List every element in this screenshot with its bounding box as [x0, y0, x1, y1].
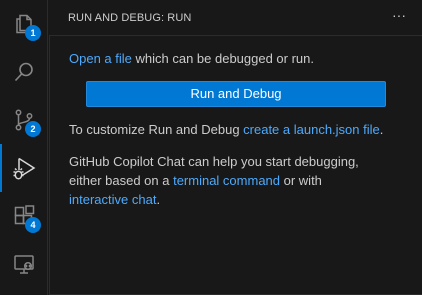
- explorer-badge: 1: [25, 25, 41, 41]
- copilot-line-3-suffix: .: [156, 192, 161, 207]
- copilot-line-2-prefix: either based on a: [69, 173, 174, 188]
- source-control-badge: 2: [25, 121, 41, 137]
- activity-explorer[interactable]: 1: [0, 0, 48, 48]
- copilot-line-1: GitHub Copilot Chat can help you start d…: [69, 154, 359, 169]
- customize-text: To customize Run and Debug create a laun…: [69, 120, 383, 139]
- terminal-command-link[interactable]: terminal command: [173, 173, 280, 188]
- run-welcome-view: Open a file which can be debugged or run…: [49, 35, 422, 295]
- copilot-line-2: either based on a terminal command or wi…: [69, 171, 359, 190]
- activity-extensions[interactable]: 4: [0, 192, 48, 240]
- activity-remote-explorer[interactable]: [0, 240, 48, 288]
- create-launch-json-link[interactable]: create a launch.json file: [243, 122, 380, 137]
- open-file-link[interactable]: Open a file: [69, 51, 132, 66]
- sidebar-title: RUN AND DEBUG: RUN: [68, 11, 192, 24]
- copilot-text: GitHub Copilot Chat can help you start d…: [69, 152, 359, 209]
- search-icon: [14, 62, 33, 82]
- activity-run-and-debug[interactable]: [0, 144, 48, 192]
- interactive-chat-link[interactable]: interactive chat: [69, 192, 156, 207]
- activity-bar: 1 2 4: [0, 0, 48, 295]
- copilot-line-3: interactive chat.: [69, 190, 359, 209]
- activity-source-control[interactable]: 2: [0, 96, 48, 144]
- run-and-debug-button[interactable]: Run and Debug: [86, 81, 386, 107]
- more-actions-icon[interactable]: ···: [390, 8, 408, 25]
- open-file-rest: which can be debugged or run.: [131, 51, 315, 66]
- extensions-badge: 4: [25, 217, 41, 233]
- sidebar-header: RUN AND DEBUG: RUN: [49, 0, 422, 35]
- customize-suffix: .: [379, 122, 384, 137]
- remote-explorer-icon: [14, 255, 34, 274]
- copilot-line-2-suffix: or with: [280, 173, 322, 188]
- run-and-debug-sidebar: RUN AND DEBUG: RUN ··· Open a file which…: [49, 0, 422, 295]
- open-file-text: Open a file which can be debugged or run…: [69, 49, 314, 68]
- vscode-window: 1 2 4 RUN AND DEBUG: RUN ··· Open a file…: [0, 0, 422, 295]
- customize-prefix: To customize Run and Debug: [69, 122, 244, 137]
- run-debug-icon: [13, 157, 36, 180]
- activity-search[interactable]: [0, 48, 48, 96]
